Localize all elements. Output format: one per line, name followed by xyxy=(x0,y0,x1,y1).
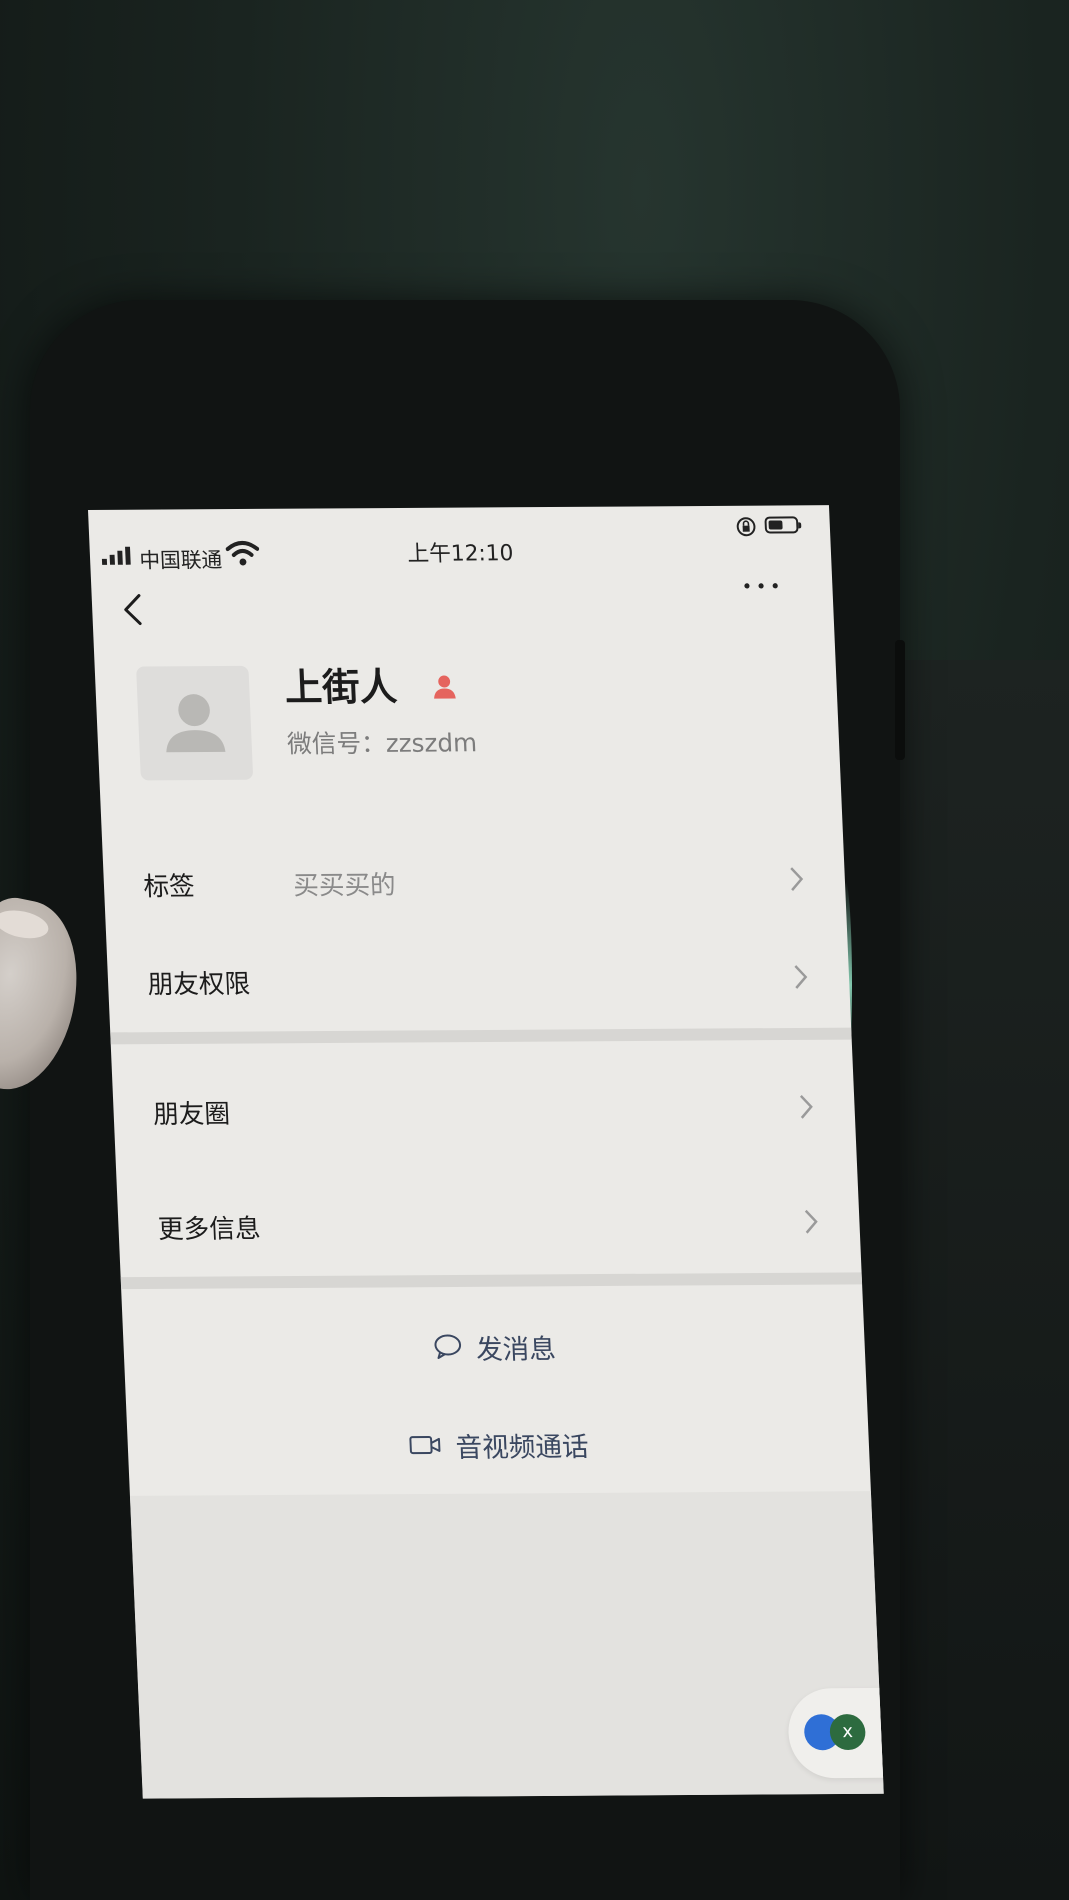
rotation-lock-icon xyxy=(736,517,756,537)
empty-bottom-area xyxy=(129,1491,884,1799)
back-chevron-icon[interactable] xyxy=(117,590,148,630)
phone-side-button xyxy=(895,640,905,760)
video-call-button[interactable]: 音视频通话 xyxy=(126,1397,871,1492)
row-label: 朋友权限 xyxy=(147,969,251,1001)
send-message-label: 发消息 xyxy=(475,1333,557,1366)
wechat-id: 微信号：zzszdm xyxy=(286,728,478,759)
close-floating-button[interactable]: x xyxy=(829,1713,867,1751)
battery-icon xyxy=(764,516,799,534)
row-label: 朋友圈 xyxy=(152,1099,231,1131)
tags-row[interactable]: 标签 买买买的 xyxy=(102,832,847,935)
default-person-icon xyxy=(166,694,226,753)
send-message-button[interactable]: 发消息 xyxy=(122,1299,867,1394)
more-options-icon[interactable] xyxy=(742,585,782,599)
chevron-right-icon xyxy=(790,867,804,891)
chevron-right-icon xyxy=(799,1095,813,1119)
chevron-right-icon xyxy=(794,965,808,989)
video-call-label: 音视频通话 xyxy=(454,1431,590,1464)
fingernail xyxy=(0,906,51,943)
person-badge-icon xyxy=(434,675,456,699)
contact-name: 上街人 xyxy=(283,664,399,710)
row-value: 买买买的 xyxy=(292,870,397,902)
status-time: 上午12:10 xyxy=(407,541,514,567)
status-bar: 中国联通 上午12:10 xyxy=(88,505,831,573)
chevron-right-icon xyxy=(804,1209,818,1234)
chat-bubble-icon xyxy=(433,1334,461,1360)
moments-row[interactable]: 朋友圈 xyxy=(112,1060,857,1163)
avatar[interactable] xyxy=(136,665,254,781)
row-label: 标签 xyxy=(142,872,196,903)
phone-screen: 中国联通 上午12:10 上街人 微信号：zzszdm 标签 买买买的 xyxy=(88,505,884,1799)
friend-permissions-row[interactable]: 朋友权限 xyxy=(106,930,851,1033)
background-wall xyxy=(900,660,1069,1900)
more-info-row[interactable]: 更多信息 xyxy=(116,1174,861,1277)
battery-level-fill xyxy=(768,520,783,530)
row-label: 更多信息 xyxy=(157,1214,262,1245)
video-camera-icon xyxy=(408,1436,440,1455)
